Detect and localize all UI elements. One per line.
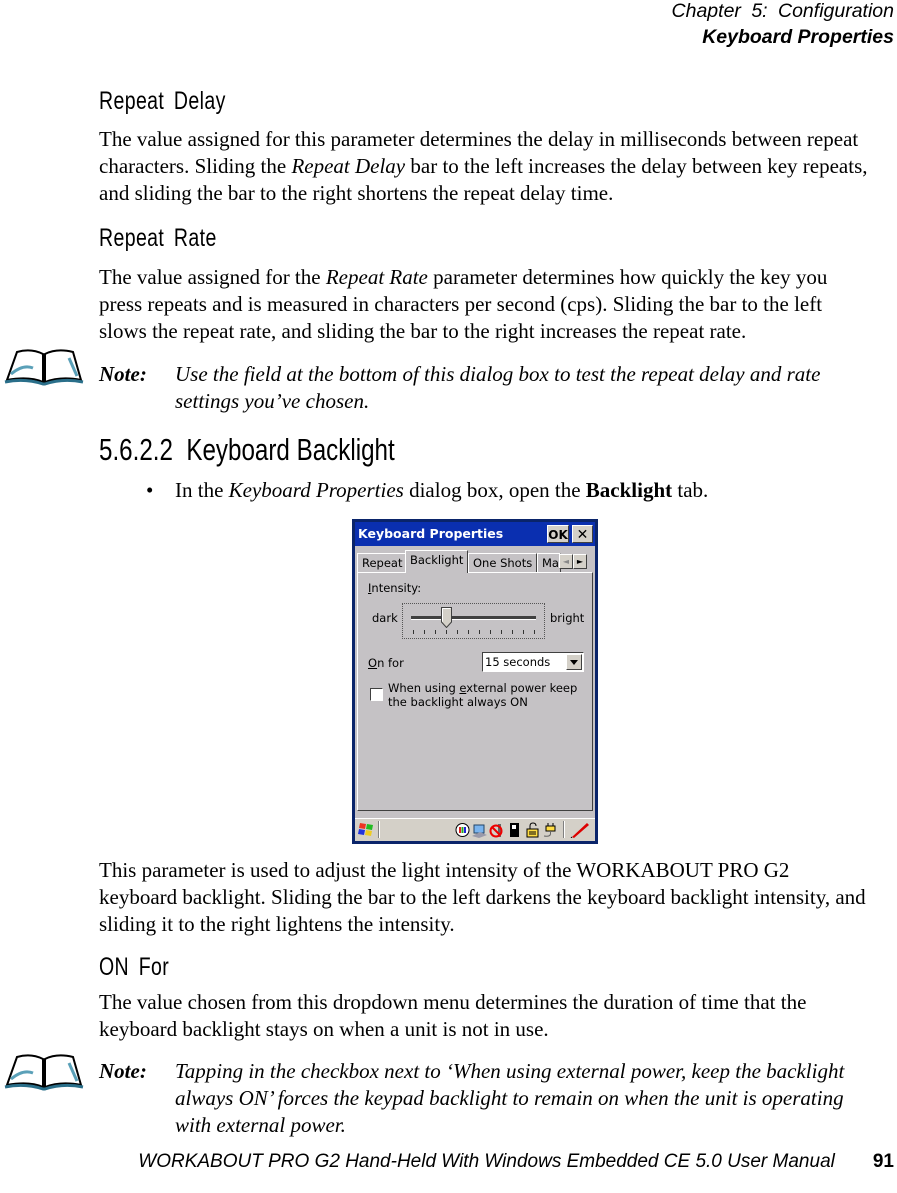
battery-icon[interactable]	[507, 822, 522, 838]
note-text: Tapping in the checkbox next to ‘When us…	[175, 1059, 845, 1137]
slider-min-label: dark	[372, 611, 398, 625]
connection-icon[interactable]	[472, 822, 487, 838]
running-header: Chapter 5: Configuration Keyboard Proper…	[672, 0, 894, 50]
note-test-field: Note: Use the field at the bottom of thi…	[99, 361, 859, 415]
manual-title: WORKABOUT PRO G2 Hand-Held With Windows …	[138, 1151, 835, 1172]
note-label: Note:	[99, 1059, 147, 1083]
power-plug-icon[interactable]	[543, 822, 558, 838]
on-for-dropdown[interactable]: 15 seconds	[482, 652, 584, 672]
paragraph-backlight: This parameter is used to adjust the lig…	[99, 858, 866, 936]
intensity-label: Intensity:	[368, 581, 422, 595]
heading-repeat-delay: Repeat Delay	[99, 87, 226, 115]
slider-tick	[490, 630, 491, 634]
start-icon[interactable]	[357, 821, 375, 839]
section-title: Keyboard Properties	[702, 26, 894, 48]
keyboard-properties-screenshot: Keyboard Properties OK ✕ Repeat Backligh…	[352, 519, 598, 844]
tab-scroll-right-icon[interactable]: ►	[573, 554, 587, 569]
close-button[interactable]: ✕	[572, 525, 593, 543]
section-heading: 5.6.2.2 Keyboard Backlight	[99, 432, 395, 468]
slider-tick	[424, 630, 425, 634]
paragraph-repeat-rate: The value assigned for the Repeat Rate p…	[99, 265, 828, 343]
external-power-checkbox-label[interactable]: When using external power keep the backl…	[388, 681, 577, 709]
slider-tick	[468, 630, 469, 634]
slider-tick	[534, 630, 535, 634]
dropdown-arrow-icon[interactable]	[566, 654, 582, 670]
keyboard-lock-icon[interactable]	[525, 822, 540, 838]
section-number: 5.6.2.2	[99, 432, 173, 467]
slider-tick	[413, 630, 414, 634]
tab-strip: Repeat Backlight One Shots Ma ◄ ►	[357, 550, 595, 573]
stylus-icon[interactable]	[570, 822, 590, 838]
tab-repeat[interactable]: Repeat	[357, 553, 406, 572]
note-text: Use the field at the bottom of this dial…	[175, 362, 821, 413]
taskbar	[355, 818, 595, 841]
slider-tick	[523, 630, 524, 634]
section-heading-title: Keyboard Backlight	[186, 432, 395, 467]
external-power-checkbox[interactable]	[370, 688, 383, 701]
tab-scroll-left-icon[interactable]: ◄	[559, 554, 573, 569]
slider-track	[411, 616, 536, 620]
note-label: Note:	[99, 362, 147, 386]
intensity-slider[interactable]	[402, 603, 545, 639]
slider-tick	[457, 630, 458, 634]
slider-thumb[interactable]	[440, 607, 452, 628]
tab-backlight[interactable]: Backlight	[405, 550, 468, 573]
page-number: 91	[872, 1151, 894, 1172]
on-for-value: 15 seconds	[485, 655, 551, 669]
taskbar-separator	[563, 821, 565, 838]
note-book-icon	[4, 349, 84, 386]
slider-max-label: bright	[550, 611, 585, 625]
tab-more[interactable]: Ma	[537, 553, 561, 572]
taskbar-separator	[378, 821, 380, 838]
dialog-title-bar: Keyboard Properties OK ✕	[355, 522, 595, 546]
bullet-open-backlight-tab: • In the Keyboard Properties dialog box,…	[146, 478, 709, 502]
paragraph-on-for: The value chosen from this dropdown menu…	[99, 990, 807, 1041]
slider-tick	[446, 630, 447, 634]
slider-tick	[435, 630, 436, 634]
slider-tick	[501, 630, 502, 634]
paragraph-repeat-delay: The value assigned for this parameter de…	[99, 127, 868, 205]
note-external-power: Note: Tapping in the checkbox next to ‘W…	[99, 1058, 859, 1139]
heading-on-for: ON For	[99, 953, 170, 981]
chapter-title: Chapter 5: Configuration	[671, 0, 894, 22]
slider-tick	[512, 630, 513, 634]
network-icon[interactable]	[455, 822, 470, 838]
slider-tick	[479, 630, 480, 634]
no-signal-icon[interactable]	[489, 822, 504, 838]
ok-button[interactable]: OK	[547, 525, 569, 543]
heading-repeat-rate: Repeat Rate	[99, 224, 217, 252]
page-footer: WORKABOUT PRO G2 Hand-Held With Windows …	[138, 1151, 894, 1173]
note-book-icon	[4, 1054, 84, 1091]
on-for-label: On for	[368, 656, 404, 670]
tab-one-shots[interactable]: One Shots	[468, 553, 537, 572]
dialog-title: Keyboard Properties	[358, 526, 504, 541]
